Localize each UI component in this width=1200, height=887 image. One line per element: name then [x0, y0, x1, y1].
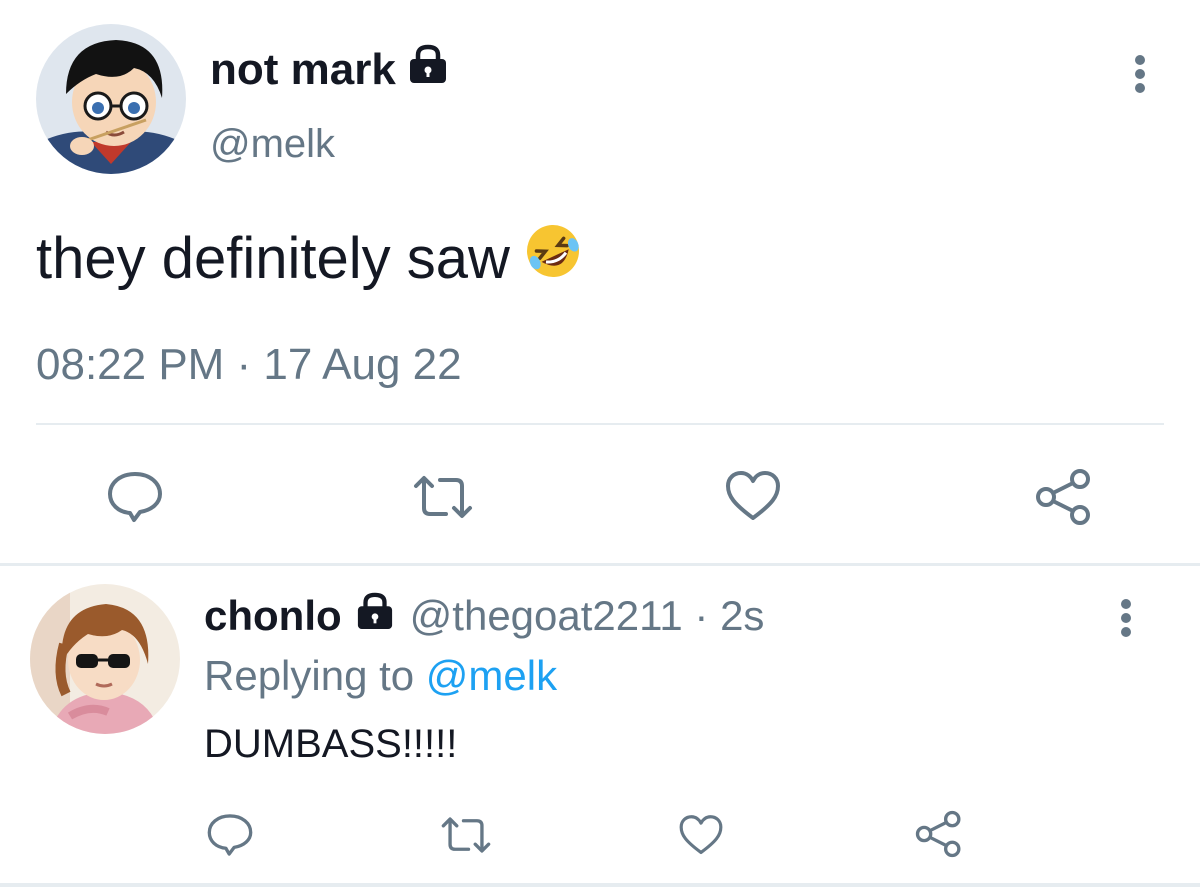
bottom-divider [0, 883, 1200, 887]
share-icon[interactable] [1034, 468, 1094, 526]
reply-header: chonlo @thegoat2211 · 2s [204, 592, 764, 640]
replying-to-line: Replying to @melk [204, 652, 557, 700]
retweet-icon[interactable] [440, 814, 492, 856]
more-vertical-icon[interactable] [1120, 598, 1132, 643]
comment-icon[interactable] [106, 470, 164, 524]
share-icon[interactable] [914, 810, 964, 858]
heart-icon[interactable] [678, 814, 724, 856]
replying-to-label: Replying to [204, 652, 415, 699]
retweet-icon[interactable] [412, 472, 474, 522]
reply-author-name[interactable]: chonlo [204, 592, 342, 640]
rolling-laughing-emoji-icon [524, 222, 582, 294]
reply-handle-time[interactable]: @thegoat2211 · 2s [410, 592, 765, 640]
tweet-timestamp[interactable]: 08:22 PM · 17 Aug 22 [36, 340, 462, 390]
author-handle[interactable]: @melk [210, 122, 335, 167]
replying-to-mention[interactable]: @melk [426, 652, 557, 699]
reply-author-avatar[interactable] [30, 584, 180, 734]
author-name[interactable]: not mark [210, 45, 396, 95]
more-vertical-icon[interactable] [1134, 54, 1146, 99]
section-separator [0, 563, 1200, 566]
lock-icon [354, 592, 396, 640]
tweet-action-bar [0, 468, 1200, 528]
heart-icon[interactable] [724, 470, 782, 522]
reply-text: DUMBASS!!!!! [204, 722, 458, 766]
author-avatar[interactable] [36, 24, 186, 174]
comment-icon[interactable] [206, 812, 254, 858]
reply-action-bar [0, 808, 1200, 868]
tweet-text-row: they definitely saw [36, 222, 582, 294]
lock-icon [406, 44, 450, 95]
divider [36, 423, 1164, 425]
author-name-row: not mark [210, 44, 450, 95]
tweet-text: they definitely saw [36, 225, 510, 291]
